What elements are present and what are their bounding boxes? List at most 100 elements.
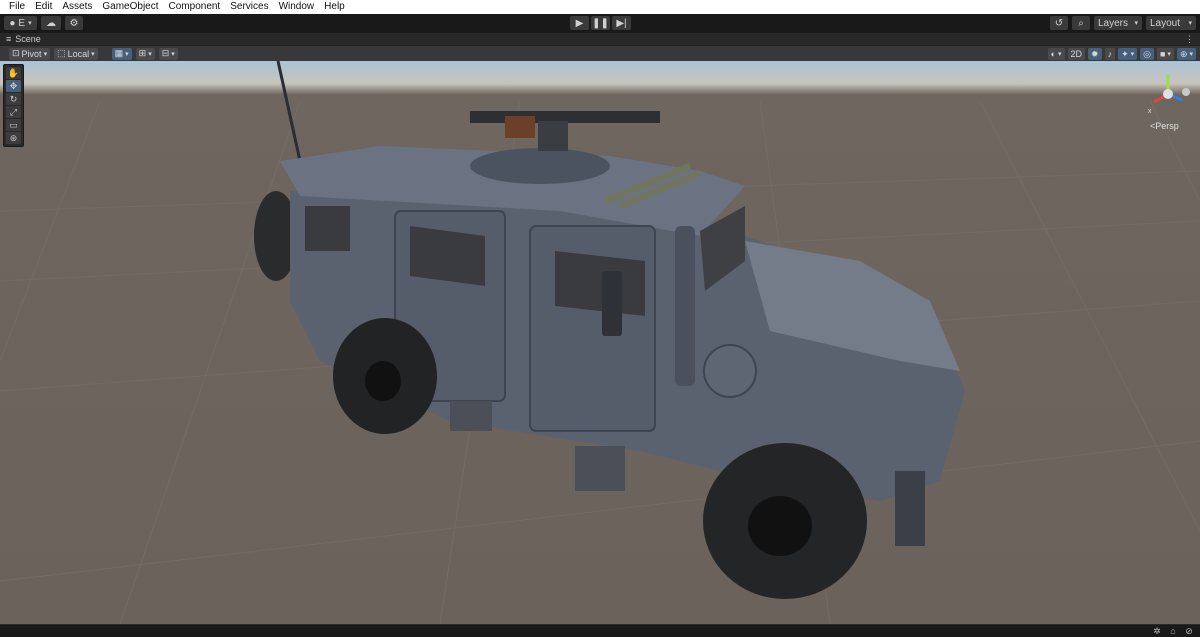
grid-snap-button[interactable]: ▦ ▾ [111,47,132,60]
chevron-down-icon: ▾ [91,50,95,58]
camera-dropdown[interactable]: ■ ▾ [1156,48,1174,60]
move-tool[interactable]: ✥ [6,80,21,92]
local-dropdown[interactable]: ⬚ Local ▾ [54,47,98,60]
layers-label: Layers [1098,17,1129,29]
shading-icon: ◐ [1050,49,1056,59]
orientation-gizmo[interactable]: x [1140,68,1196,120]
tab-scene[interactable]: Scene [15,34,41,44]
grid-snap-icon: ▦ [114,48,124,58]
status-bar: ✲ ⌂ ⊘ [0,624,1200,637]
rotate-icon: ↻ [9,93,18,104]
menu-file[interactable]: File [4,0,30,14]
step-icon: ▶| [616,17,627,29]
cube-icon: ⬚ [57,48,66,58]
draw-mode-dropdown[interactable]: ◐ ▾ [1047,48,1065,60]
pivot-icon: ⊡ [12,48,20,58]
account-label: E [18,17,26,29]
pause-button[interactable]: ❚❚ [591,16,610,30]
rotate-tool[interactable]: ↻ [6,93,21,105]
pivot-dropdown[interactable]: ⊡ Pivot ▾ [9,47,51,60]
history-icon: ↺ [1054,17,1064,29]
audio-icon: ♪ [1107,49,1113,59]
chevron-down-icon: ▾ [1189,51,1193,58]
play-icon: ▶ [575,17,584,29]
chevron-down-icon: ▾ [1167,51,1171,58]
chevron-down-icon: ▾ [1188,20,1192,27]
hidden-objects-toggle[interactable]: ◎ [1140,48,1154,60]
scale-tool[interactable]: ⤢ [6,106,21,118]
settings-icon: ⚙ [69,17,79,29]
local-label: Local [67,48,90,59]
2d-label: 2D [1070,49,1083,59]
scene-viewport[interactable]: x <Persp [0,61,1200,624]
scale-icon: ⤢ [9,106,18,117]
2d-toggle[interactable]: 2D [1067,48,1086,60]
cloud-button[interactable]: ☁ [41,16,61,30]
account-button[interactable]: ● E ▾ [4,16,37,30]
pause-icon: ❚❚ [592,17,609,29]
menu-window[interactable]: Window [274,0,320,14]
menu-help[interactable]: Help [319,0,350,14]
play-button[interactable]: ▶ [570,16,589,30]
chevron-down-icon: ▾ [148,50,152,58]
effects-icon: ✦ [1121,48,1129,59]
transform-icon: ⊛ [9,132,18,143]
account-icon: ● [9,17,16,29]
chevron-down-icon: ▾ [28,20,32,27]
move-icon: ✥ [9,80,18,91]
transform-tool[interactable]: ⊛ [6,132,21,144]
snap-icon: ⊟ [161,48,170,58]
hamburger-icon: ≡ [6,34,12,44]
layout-label: Layout [1150,17,1181,29]
light-bulb-icon: ✹ [1091,48,1099,59]
grid-icon: ⊞ [138,48,147,58]
rect-icon: ▭ [9,119,18,130]
scene-tab-bar: ≡ Scene ⋮ [0,33,1200,45]
layout-dropdown[interactable]: Layout ▾ [1146,16,1196,30]
scene-render [0,61,1200,624]
lighting-toggle[interactable]: ✹ [1088,48,1102,60]
eye-icon: ◎ [1143,48,1151,59]
svg-text:x: x [1148,108,1152,115]
persp-label-wrap[interactable]: <Persp [1150,121,1179,131]
menu-gameobject[interactable]: GameObject [97,0,163,14]
collab-button[interactable]: ⚙ [65,16,83,30]
scene-toolbar: ⊡ Pivot ▾ ⬚ Local ▾ ▦ ▾ ⊞ ▾ ⊟ ▾ ◐ ▾ 2D ✹… [0,45,1200,61]
increment-snap-button[interactable]: ⊟ ▾ [158,47,178,60]
chevron-down-icon: ▾ [1130,51,1135,58]
transform-tools: ✋ ✥ ↻ ⤢ ▭ ⊛ [3,64,24,147]
menu-bar: File Edit Assets GameObject Component Se… [0,0,1200,14]
vehicle-model [254,61,965,599]
step-button[interactable]: ▶| [612,16,631,30]
view-tool[interactable]: ✋ [6,67,21,79]
grid-visibility-button[interactable]: ⊞ ▾ [135,47,155,60]
debug-icon[interactable]: ✲ [1152,626,1162,636]
rect-tool[interactable]: ▭ [6,119,21,131]
chevron-down-icon: ▾ [125,50,129,58]
menu-edit[interactable]: Edit [30,0,57,14]
pivot-label: Pivot [21,48,42,59]
audio-toggle[interactable]: ♪ [1104,48,1116,60]
chevron-down-icon: ▾ [1134,20,1138,27]
gizmos-dropdown[interactable]: ⊕ ▾ [1176,48,1196,60]
cloud-icon: ☁ [46,17,56,29]
gizmos-icon: ⊕ [1179,48,1188,59]
layers-dropdown[interactable]: Layers ▾ [1094,16,1142,30]
persp-label: Persp [1155,121,1179,131]
effects-dropdown[interactable]: ✦ ▾ [1118,48,1138,60]
cache-icon[interactable]: ⌂ [1168,626,1178,636]
search-button[interactable]: ⌕ [1072,16,1090,30]
menu-services[interactable]: Services [225,0,273,14]
main-toolbar: ● E ▾ ☁ ⚙ ▶ ❚❚ ▶| ↺ ⌕ Layers ▾ Layout ▾ [0,14,1200,33]
notifications-icon[interactable]: ⊘ [1184,626,1194,636]
hand-icon: ✋ [7,67,20,78]
menu-assets[interactable]: Assets [57,0,97,14]
play-controls: ▶ ❚❚ ▶| [570,16,631,30]
chevron-down-icon: ▾ [43,50,48,58]
menu-component[interactable]: Component [164,0,226,14]
chevron-down-icon: ▾ [171,50,175,58]
chevron-down-icon: ▾ [1057,51,1062,58]
search-icon: ⌕ [1078,17,1084,29]
kebab-menu-icon[interactable]: ⋮ [1185,34,1194,45]
history-button[interactable]: ↺ [1050,16,1068,30]
